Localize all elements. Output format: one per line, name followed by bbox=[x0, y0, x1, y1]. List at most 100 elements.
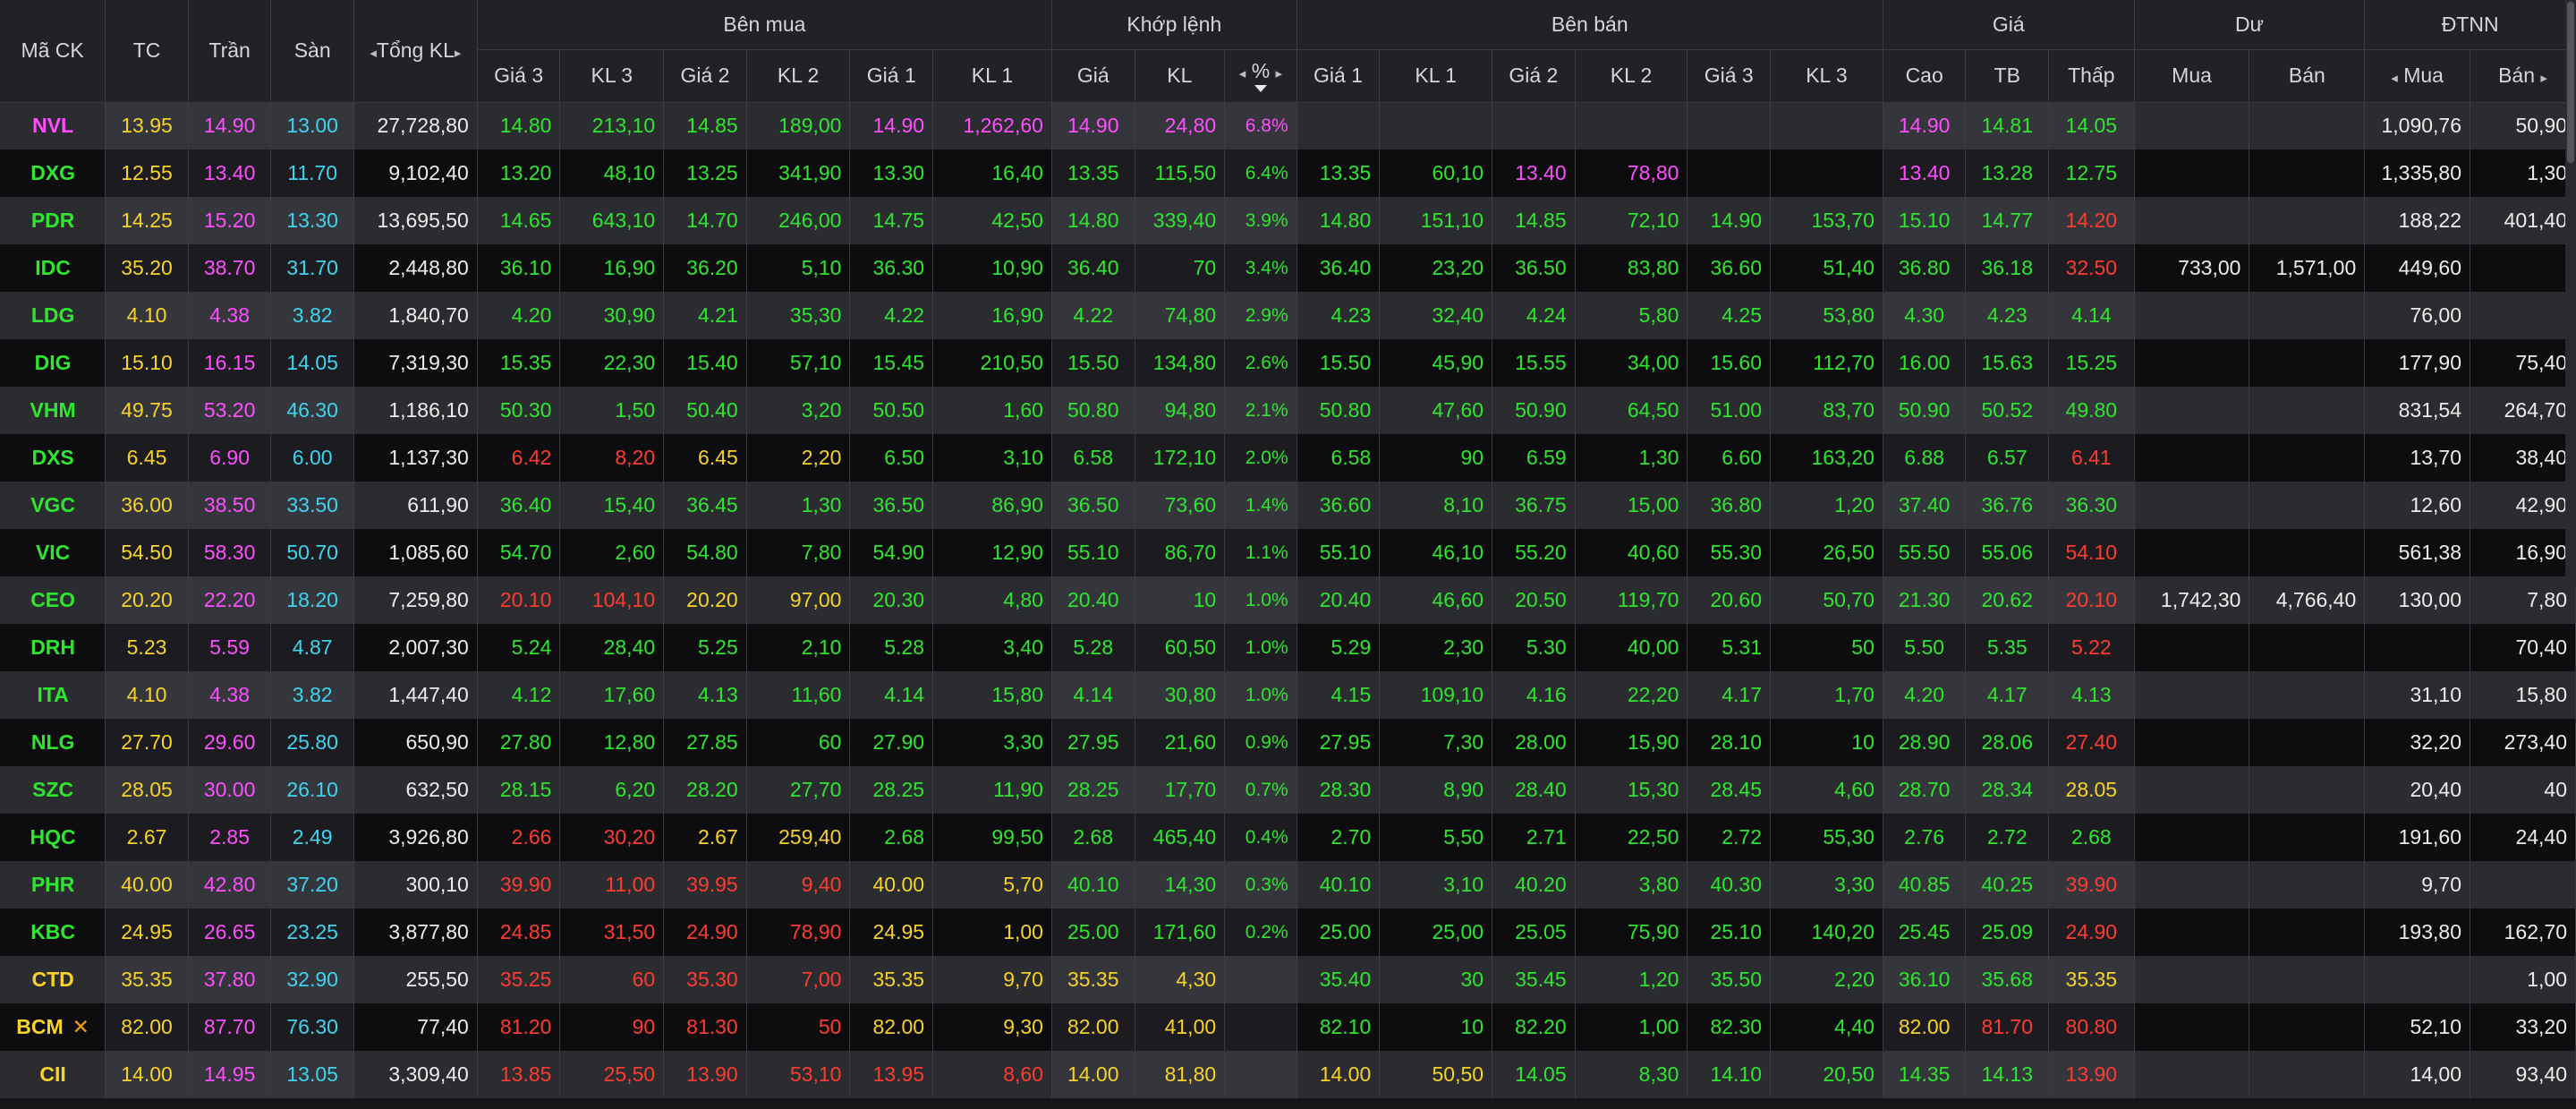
match-price[interactable]: 4.22 bbox=[1051, 292, 1135, 339]
stock-symbol[interactable]: SZC bbox=[32, 778, 73, 801]
stock-symbol-cell[interactable]: KBC bbox=[0, 909, 106, 956]
sell-price-1[interactable]: 6.58 bbox=[1297, 434, 1381, 482]
stock-symbol-cell[interactable]: CII bbox=[0, 1051, 106, 1098]
sell-price-3[interactable]: 40.30 bbox=[1687, 861, 1771, 909]
stock-symbol-cell[interactable]: NLG bbox=[0, 719, 106, 766]
match-price[interactable]: 15.50 bbox=[1051, 339, 1135, 387]
buy-price-1[interactable]: 13.95 bbox=[849, 1051, 934, 1098]
stock-symbol-cell[interactable]: DXS bbox=[0, 434, 106, 482]
table-row[interactable]: HQC 2.67 2.85 2.49 3,926,80 2.66 30,20 2.67 259,… bbox=[0, 814, 2576, 861]
match-price[interactable]: 5.28 bbox=[1051, 624, 1135, 671]
sell-price-3[interactable]: 6.60 bbox=[1687, 434, 1771, 482]
sell-price-1[interactable]: 14.00 bbox=[1297, 1051, 1381, 1098]
sell-price-2[interactable]: 50.90 bbox=[1492, 387, 1576, 434]
sell-price-2[interactable]: 20.50 bbox=[1492, 576, 1576, 624]
col-header-tc[interactable]: TC bbox=[105, 0, 189, 103]
match-price[interactable]: 55.10 bbox=[1051, 529, 1135, 576]
table-row[interactable]: LDG 4.10 4.38 3.82 1,840,70 4.20 30,90 4.21 35,3… bbox=[0, 292, 2576, 339]
buy-price-1[interactable]: 15.45 bbox=[849, 339, 934, 387]
scrollbar-thumb[interactable] bbox=[2567, 2, 2574, 163]
buy-price-3[interactable]: 24.85 bbox=[477, 909, 561, 956]
stock-symbol-cell[interactable]: HQC bbox=[0, 814, 106, 861]
pct-left-arrow-icon[interactable]: ◂ bbox=[1239, 66, 1246, 81]
buy-price-3[interactable]: 4.12 bbox=[477, 671, 561, 719]
sell-price-2[interactable]: 6.59 bbox=[1492, 434, 1576, 482]
match-price[interactable]: 35.35 bbox=[1051, 956, 1135, 1003]
buy-price-1[interactable]: 4.22 bbox=[849, 292, 934, 339]
sell-price-2[interactable]: 5.30 bbox=[1492, 624, 1576, 671]
sell-price-3[interactable]: 5.31 bbox=[1687, 624, 1771, 671]
sell-price-1[interactable]: 5.29 bbox=[1297, 624, 1381, 671]
sell-price-3[interactable]: 82.30 bbox=[1687, 1003, 1771, 1051]
buy-price-2[interactable]: 15.40 bbox=[663, 339, 747, 387]
buy-price-3[interactable]: 14.80 bbox=[477, 102, 561, 149]
table-row[interactable]: KBC 24.95 26.65 23.25 3,877,80 24.85 31,50 24.9… bbox=[0, 909, 2576, 956]
sell-price-1[interactable]: 27.95 bbox=[1297, 719, 1381, 766]
sell-price-2[interactable]: 28.00 bbox=[1492, 719, 1576, 766]
buy-price-2[interactable]: 24.90 bbox=[663, 909, 747, 956]
match-price[interactable]: 14.80 bbox=[1051, 197, 1135, 244]
sell-price-1[interactable]: 35.40 bbox=[1297, 956, 1381, 1003]
buy-price-1[interactable]: 50.50 bbox=[849, 387, 934, 434]
buy-price-2[interactable]: 36.45 bbox=[663, 482, 747, 529]
buy-price-3[interactable]: 50.30 bbox=[477, 387, 561, 434]
buy-price-3[interactable]: 28.15 bbox=[477, 766, 561, 814]
stock-symbol-cell[interactable]: PHR bbox=[0, 861, 106, 909]
stock-symbol[interactable]: CEO bbox=[30, 588, 75, 611]
buy-price-3[interactable]: 13.20 bbox=[477, 149, 561, 197]
sell-price-2[interactable]: 14.05 bbox=[1492, 1051, 1576, 1098]
sell-price-2[interactable]: 36.50 bbox=[1492, 244, 1576, 292]
stock-symbol[interactable]: PDR bbox=[31, 209, 75, 232]
table-row[interactable]: DRH 5.23 5.59 4.87 2,007,30 5.24 28,40 5.25 2,10… bbox=[0, 624, 2576, 671]
sell-price-1[interactable]: 82.10 bbox=[1297, 1003, 1381, 1051]
buy-price-1[interactable]: 20.30 bbox=[849, 576, 934, 624]
sell-price-1[interactable]: 20.40 bbox=[1297, 576, 1381, 624]
table-row[interactable]: VGC 36.00 38.50 33.50 611,90 36.40 15,40 36.45 1… bbox=[0, 482, 2576, 529]
sell-price-3[interactable]: 15.60 bbox=[1687, 339, 1771, 387]
buy-price-1[interactable]: 6.50 bbox=[849, 434, 934, 482]
sell-price-3[interactable]: 2.72 bbox=[1687, 814, 1771, 861]
sell-price-1[interactable]: 13.35 bbox=[1297, 149, 1381, 197]
stock-symbol[interactable]: CII bbox=[39, 1062, 65, 1086]
table-row[interactable]: VIC 54.50 58.30 50.70 1,085,60 54.70 2,60 54.80… bbox=[0, 529, 2576, 576]
dtnn-left-arrow-icon[interactable]: ◂ bbox=[2391, 71, 2398, 86]
buy-price-2[interactable]: 13.90 bbox=[663, 1051, 747, 1098]
col-header-sell-kl3[interactable]: KL 3 bbox=[1770, 49, 1883, 103]
table-row[interactable]: ITA 4.10 4.38 3.82 1,447,40 4.12 17,60 4.13 11,6… bbox=[0, 671, 2576, 719]
buy-price-1[interactable]: 28.25 bbox=[849, 766, 934, 814]
col-header-tongkl[interactable]: ◂Tổng KL▸ bbox=[353, 0, 478, 103]
sell-price-2[interactable]: 15.55 bbox=[1492, 339, 1576, 387]
sell-price-1[interactable]: 55.10 bbox=[1297, 529, 1381, 576]
buy-price-2[interactable]: 4.21 bbox=[663, 292, 747, 339]
buy-price-2[interactable]: 81.30 bbox=[663, 1003, 747, 1051]
sell-price-2[interactable]: 25.05 bbox=[1492, 909, 1576, 956]
scroll-right-arrow-icon[interactable]: ▸ bbox=[455, 46, 462, 61]
match-price[interactable]: 14.00 bbox=[1051, 1051, 1135, 1098]
col-header-du-ban[interactable]: Bán bbox=[2249, 49, 2366, 103]
match-price[interactable]: 82.00 bbox=[1051, 1003, 1135, 1051]
buy-price-3[interactable]: 81.20 bbox=[477, 1003, 561, 1051]
stock-symbol[interactable]: DIG bbox=[35, 351, 72, 374]
col-header-tb[interactable]: TB bbox=[1965, 49, 2050, 103]
buy-price-3[interactable]: 5.24 bbox=[477, 624, 561, 671]
pct-right-arrow-icon[interactable]: ▸ bbox=[1276, 66, 1283, 81]
buy-price-2[interactable]: 5.25 bbox=[663, 624, 747, 671]
buy-price-3[interactable]: 15.35 bbox=[477, 339, 561, 387]
stock-symbol[interactable]: KBC bbox=[30, 920, 75, 943]
stock-symbol-cell[interactable]: DXG bbox=[0, 149, 106, 197]
match-price[interactable]: 25.00 bbox=[1051, 909, 1135, 956]
buy-price-2[interactable]: 54.80 bbox=[663, 529, 747, 576]
stock-symbol[interactable]: NVL bbox=[32, 114, 73, 137]
stock-symbol[interactable]: DXG bbox=[30, 161, 75, 184]
stock-symbol[interactable]: CTD bbox=[31, 968, 73, 991]
sell-price-2[interactable]: 40.20 bbox=[1492, 861, 1576, 909]
stock-symbol[interactable]: VIC bbox=[36, 541, 70, 564]
buy-price-2[interactable]: 13.25 bbox=[663, 149, 747, 197]
buy-price-1[interactable]: 27.90 bbox=[849, 719, 934, 766]
buy-price-3[interactable]: 27.80 bbox=[477, 719, 561, 766]
stock-symbol[interactable]: ITA bbox=[37, 683, 68, 706]
buy-price-1[interactable]: 13.30 bbox=[849, 149, 934, 197]
col-header-tran[interactable]: Trần bbox=[188, 0, 272, 103]
sell-price-3[interactable]: 4.25 bbox=[1687, 292, 1771, 339]
sell-price-1[interactable]: 28.30 bbox=[1297, 766, 1381, 814]
